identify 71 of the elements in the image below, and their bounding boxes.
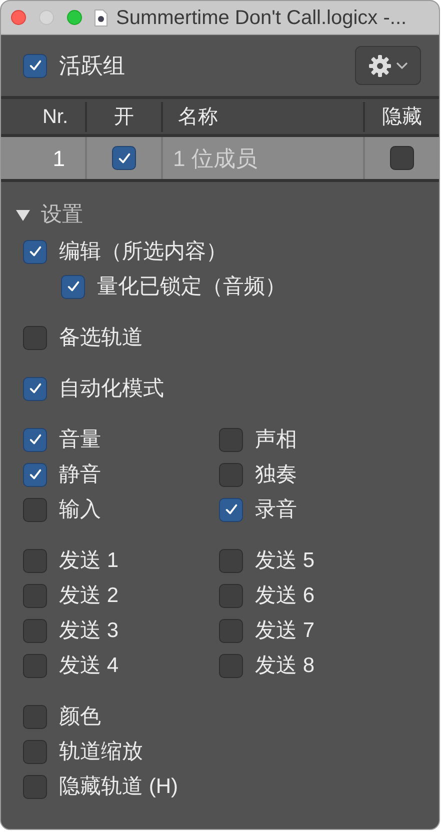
checkbox[interactable] [219, 548, 243, 572]
group-label: 活跃组 [59, 52, 125, 80]
option-label: 发送 3 [59, 618, 119, 644]
checkbox[interactable] [23, 326, 47, 350]
checkmark-icon [224, 502, 238, 517]
checkmark-icon [28, 244, 42, 259]
checkmark-icon [28, 381, 42, 396]
checkbox[interactable] [112, 146, 136, 170]
checkbox[interactable] [219, 654, 243, 678]
table-row[interactable]: 1 1 位成员 [1, 137, 439, 182]
option-label: 发送 8 [255, 652, 315, 679]
checkmark-icon [28, 58, 42, 73]
checkbox[interactable] [23, 462, 47, 486]
table-cell-text: 1 [52, 144, 66, 172]
option-label: 发送 4 [59, 652, 119, 679]
checkbox[interactable] [23, 498, 47, 522]
option-label: 量化已锁定（音频） [97, 274, 286, 300]
checkbox[interactable] [219, 428, 243, 452]
close-button[interactable] [11, 10, 26, 25]
checkmark-icon [66, 279, 80, 294]
checkbox[interactable] [23, 704, 47, 728]
option-label: 备选轨道 [59, 324, 143, 351]
option-label: 发送 5 [255, 548, 315, 574]
checkbox[interactable] [390, 146, 414, 170]
option-label: 轨道缩放 [59, 738, 143, 765]
checkbox[interactable] [23, 618, 47, 642]
checkbox[interactable] [219, 618, 243, 642]
document-icon [94, 8, 108, 26]
checkbox[interactable] [23, 54, 47, 78]
option-label: 编辑（所选内容） [59, 238, 227, 265]
column-header: Nr. [41, 104, 69, 130]
triangle-down-icon [15, 208, 31, 222]
checkbox[interactable] [23, 740, 47, 764]
settings-disclosure[interactable]: 设置 [15, 200, 417, 230]
checkbox[interactable] [23, 240, 47, 264]
checkbox[interactable] [23, 376, 47, 400]
name-field[interactable]: 1 位成员 [173, 142, 363, 174]
checkbox[interactable] [219, 462, 243, 486]
option-label: 录音 [255, 496, 297, 523]
option-label: 颜色 [59, 704, 101, 730]
zoom-button[interactable] [67, 10, 82, 25]
option-label: 发送 7 [255, 618, 315, 644]
checkbox[interactable] [23, 428, 47, 452]
option-label: 声相 [255, 426, 297, 453]
checkbox[interactable] [219, 498, 243, 522]
column-header: 隐藏 [363, 102, 439, 132]
minimize-button[interactable] [39, 10, 54, 25]
option-label: 静音 [59, 462, 101, 488]
option-label: 发送 2 [59, 582, 119, 609]
checkbox[interactable] [61, 274, 85, 298]
option-label: 发送 6 [255, 582, 315, 609]
option-label: 独奏 [255, 462, 297, 488]
checkbox[interactable] [23, 774, 47, 798]
option-label: 发送 1 [59, 548, 119, 574]
option-label: 输入 [59, 496, 101, 523]
checkmark-icon [116, 150, 132, 166]
window-title: Summertime Don't Call.logicx -... [116, 6, 407, 30]
gear-icon [368, 54, 392, 78]
chevron-down-icon [396, 62, 408, 70]
checkbox[interactable] [23, 654, 47, 678]
settings-menu-button[interactable] [355, 46, 421, 85]
option-label: 自动化模式 [59, 376, 164, 402]
checkmark-icon [28, 467, 42, 482]
column-header: 开 [85, 102, 161, 132]
checkbox[interactable] [219, 584, 243, 608]
column-header: 名称 [161, 102, 363, 132]
option-label: 音量 [59, 426, 101, 453]
checkbox[interactable] [23, 584, 47, 608]
option-label: 隐藏轨道 (H) [59, 774, 178, 800]
checkbox[interactable] [23, 548, 47, 572]
checkmark-icon [28, 432, 42, 447]
